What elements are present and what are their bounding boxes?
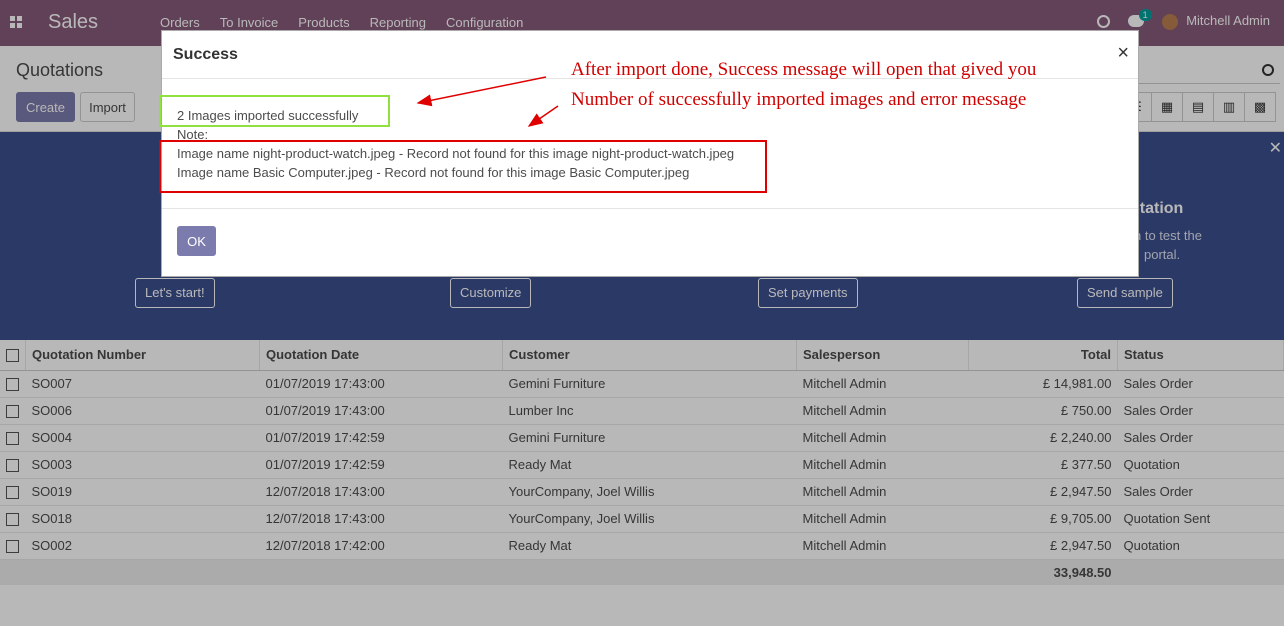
annotation-arrow [416, 76, 547, 107]
annotation-arrow [527, 105, 559, 127]
annotation-arrows [416, 76, 559, 127]
